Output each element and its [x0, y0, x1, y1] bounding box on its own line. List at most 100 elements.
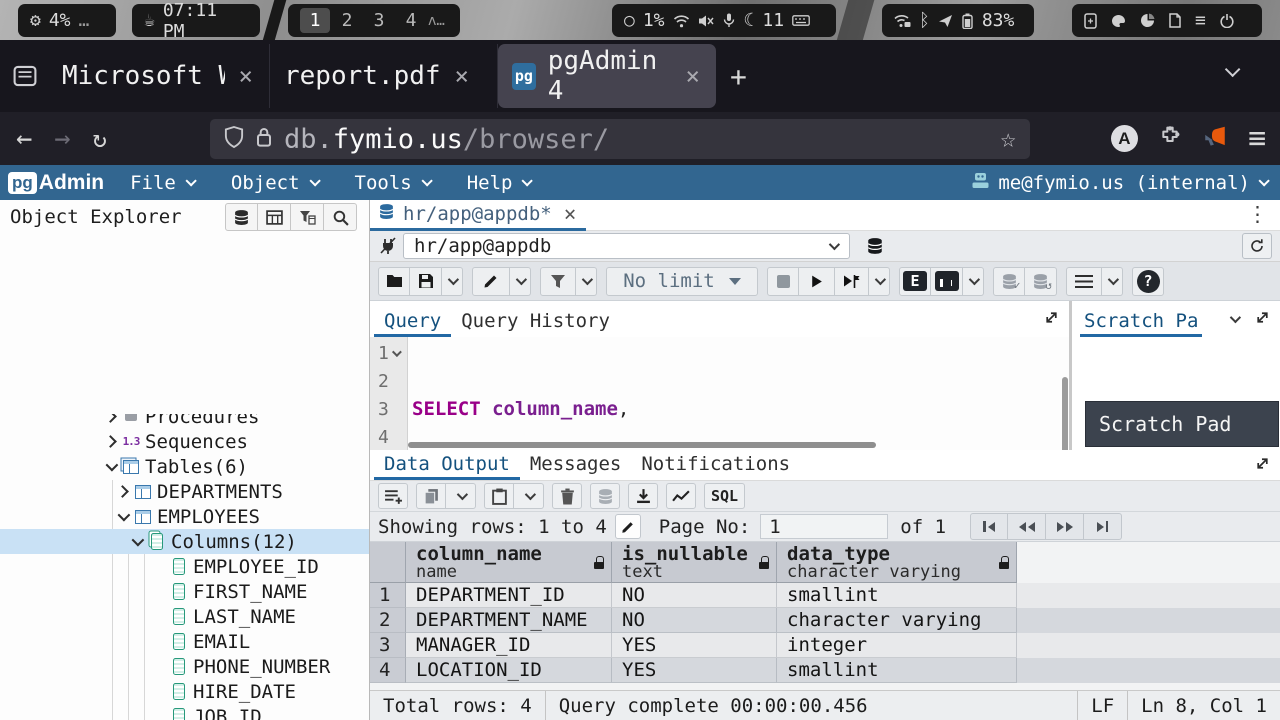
menu-tools[interactable]: Tools [355, 172, 429, 194]
query-tool-button[interactable] [225, 203, 258, 231]
tab-messages[interactable]: Messages [520, 450, 632, 480]
puzzle-extensions-icon[interactable] [1158, 125, 1182, 153]
macros-button[interactable] [1066, 267, 1102, 296]
bookmark-star-icon[interactable]: ☆ [1000, 124, 1016, 154]
new-tab-button[interactable]: + [716, 60, 761, 93]
help-button[interactable]: ? [1132, 267, 1164, 296]
cpu-widget[interactable]: ⚙ 4% … [18, 4, 116, 37]
cell-column-name[interactable]: MANAGER_ID [406, 633, 612, 658]
megaphone-extension-icon[interactable] [1202, 126, 1228, 152]
first-page-button[interactable] [970, 513, 1008, 540]
shield-icon[interactable] [224, 125, 244, 153]
close-tab-icon[interactable]: × [684, 62, 702, 90]
cancel-query-button[interactable] [767, 267, 799, 296]
chevron-down-icon[interactable] [1230, 312, 1241, 323]
extension-a-icon[interactable]: A [1111, 125, 1138, 152]
sql-code[interactable]: SELECT column_name, CASE WHEN is_nullabl… [408, 337, 1069, 451]
cell-column-name[interactable]: LOCATION_ID [406, 658, 612, 683]
workspace-2[interactable]: 2 [332, 8, 362, 33]
cell-data-type[interactable]: smallint [777, 658, 1017, 683]
vertical-scrollbar[interactable] [1062, 377, 1068, 451]
execute-caret[interactable] [869, 267, 890, 296]
cell-is-nullable[interactable]: YES [612, 658, 777, 683]
filter-button[interactable] [540, 267, 576, 296]
tree-item[interactable]: JOB_ID [0, 704, 369, 720]
save-options-caret[interactable] [442, 267, 463, 296]
sql-editor[interactable]: 1 2 3 4 SELECT column_name, CASE WHEN is… [370, 337, 1069, 451]
execute-button[interactable] [799, 267, 835, 296]
filter-options-caret[interactable] [576, 267, 597, 296]
table-row[interactable]: 3 MANAGER_ID YES integer [370, 633, 1280, 658]
new-connection-icon[interactable] [858, 233, 892, 259]
close-tab-icon[interactable]: × [237, 62, 255, 90]
tree-item[interactable]: DEPARTMENTS [0, 479, 369, 504]
menu-file[interactable]: File [130, 172, 193, 194]
grid-corner[interactable] [370, 542, 406, 583]
copy-caret[interactable] [446, 483, 476, 509]
back-button[interactable]: ← [16, 123, 32, 154]
page-number-input[interactable] [760, 514, 888, 539]
tree-item[interactable]: Procedures [0, 414, 369, 429]
url-bar[interactable]: db.fymio.us/browser/ ☆ [210, 119, 1030, 159]
tab-data-output[interactable]: Data Output [374, 450, 520, 480]
power-icon[interactable] [1220, 13, 1234, 28]
palette-icon[interactable] [1111, 14, 1126, 28]
workspace-3[interactable]: 3 [364, 8, 394, 33]
search-objects-button[interactable] [324, 203, 357, 231]
explain-button[interactable]: E [899, 267, 931, 296]
save-file-button[interactable] [410, 267, 442, 296]
sql-button[interactable]: SQL [704, 483, 745, 509]
tree-chevron-icon[interactable] [118, 509, 131, 522]
download-button[interactable] [628, 483, 658, 509]
expand-scratch-icon[interactable] [1255, 310, 1270, 329]
view-data-button[interactable] [258, 203, 291, 231]
kebab-menu-icon[interactable]: ⋮ [1247, 202, 1268, 226]
open-file-button[interactable] [378, 267, 410, 296]
query-tool-tab[interactable]: hr/app@appdb* × [370, 200, 586, 231]
explain-analyze-button[interactable] [931, 267, 963, 296]
reload-button[interactable]: ↻ [93, 125, 107, 153]
edit-button[interactable] [472, 267, 510, 296]
browser-tab-2[interactable]: report.pdf × [270, 44, 498, 108]
table-row[interactable]: 4 LOCATION_ID YES smallint [370, 658, 1280, 683]
commit-button[interactable]: ✓ [993, 267, 1025, 296]
cell-is-nullable[interactable]: YES [612, 633, 777, 658]
list-all-tabs-icon[interactable] [1225, 62, 1236, 81]
phone-sync-icon[interactable] [1084, 13, 1097, 29]
row-number[interactable]: 4 [370, 658, 406, 683]
file-icon[interactable] [1169, 13, 1181, 28]
cell-data-type[interactable]: character varying [777, 608, 1017, 633]
tab-query[interactable]: Query [374, 307, 451, 337]
lock-icon[interactable] [256, 126, 272, 152]
explain-caret[interactable] [963, 267, 984, 296]
filtered-rows-button[interactable] [291, 203, 324, 231]
eol-indicator[interactable]: LF [1078, 695, 1127, 717]
last-page-button[interactable] [1084, 513, 1122, 540]
tab-scratch-pad[interactable]: Scratch Pa [1080, 307, 1202, 337]
user-account-menu[interactable]: me@fymio.us (internal) [971, 172, 1266, 194]
limit-select[interactable]: No limit [606, 267, 758, 296]
cell-is-nullable[interactable]: NO [612, 583, 777, 608]
add-row-button[interactable] [378, 483, 408, 509]
firefox-view-icon[interactable] [10, 61, 40, 91]
graph-visualiser-button[interactable] [666, 483, 696, 509]
edit-options-caret[interactable] [510, 267, 531, 296]
cell-is-nullable[interactable]: NO [612, 608, 777, 633]
expand-editor-icon[interactable] [1044, 310, 1059, 329]
cell-data-type[interactable]: smallint [777, 583, 1017, 608]
tree-item[interactable]: Tables(6) [0, 454, 369, 479]
macros-caret[interactable] [1102, 267, 1123, 296]
tree-chevron-icon[interactable] [132, 534, 145, 547]
menu-object[interactable]: Object [231, 172, 317, 194]
column-header-2[interactable]: is_nullable text [612, 542, 777, 583]
tree-item[interactable]: LAST_NAME [0, 604, 369, 629]
save-data-button[interactable] [590, 483, 620, 509]
tree-chevron-icon[interactable] [106, 459, 119, 472]
tree-chevron-icon[interactable] [116, 485, 129, 498]
row-number[interactable]: 1 [370, 583, 406, 608]
tree-item[interactable]: EMPLOYEE_ID [0, 554, 369, 579]
horizontal-scrollbar[interactable] [408, 442, 876, 448]
tree-item[interactable]: EMPLOYEES [0, 504, 369, 529]
row-number[interactable]: 3 [370, 633, 406, 658]
browser-tab-3-active[interactable]: pg pgAdmin 4 × [498, 44, 716, 108]
